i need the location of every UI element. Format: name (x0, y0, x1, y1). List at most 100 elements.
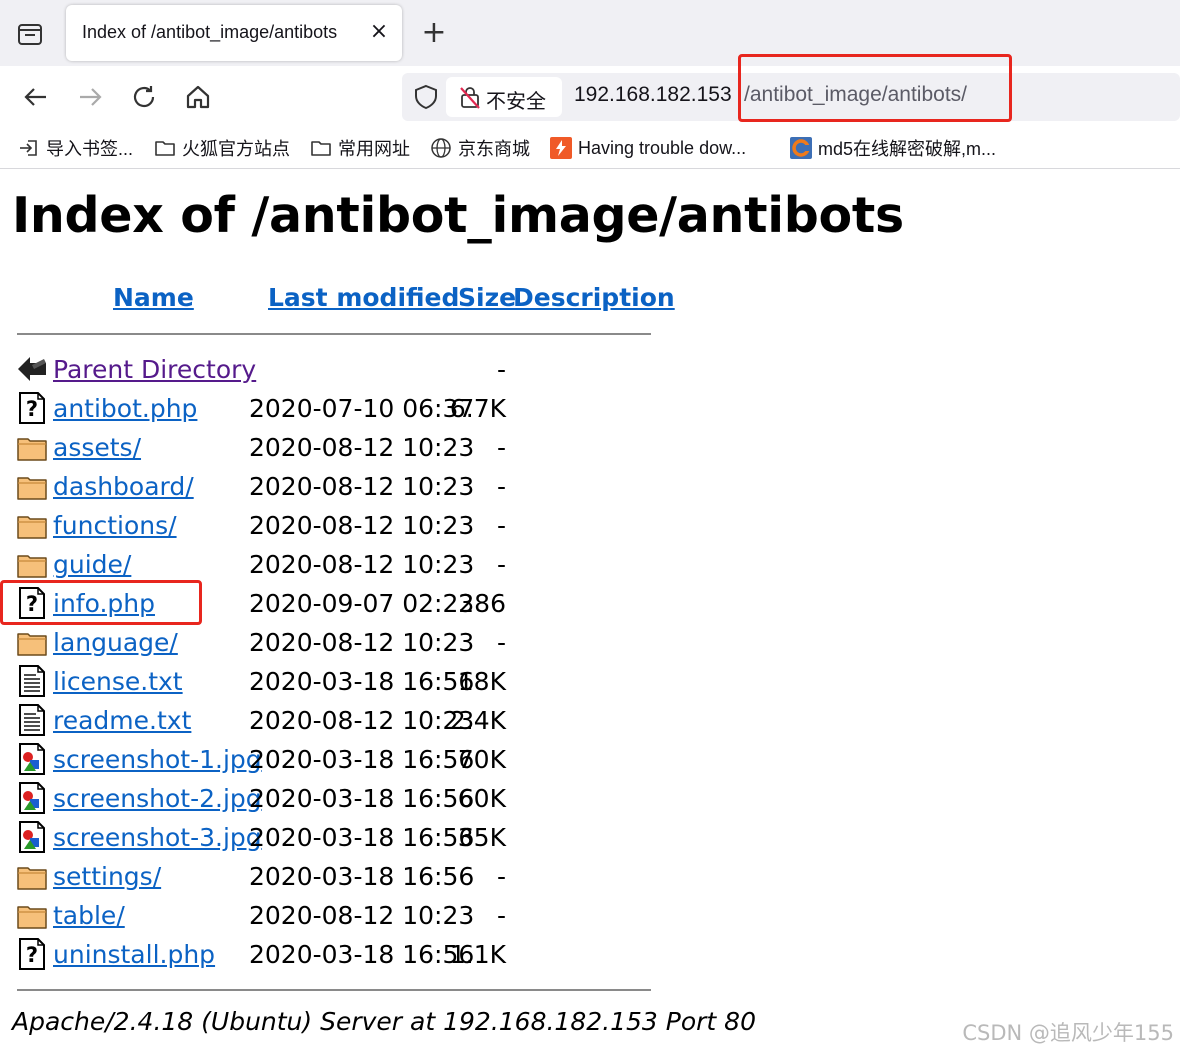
table-row: functions/2020-08-12 10:23- (0, 507, 660, 546)
tab-list-icon[interactable] (14, 18, 46, 50)
last-modified: 2020-03-18 16:56 (249, 667, 475, 696)
file-link[interactable]: assets/ (53, 433, 141, 462)
arrow-left-icon (24, 88, 46, 106)
table-row: dashboard/2020-08-12 10:23- (0, 468, 660, 507)
home-icon (186, 85, 210, 109)
bookmark-label: 常用网址 (338, 139, 410, 159)
new-tab-button[interactable]: + (418, 16, 450, 50)
table-row: license.txt 2020-03-18 16:56 18K (0, 663, 660, 702)
annotation-box-info-php (0, 580, 202, 625)
folder-icon (16, 860, 48, 892)
file-size: 35K (457, 823, 506, 852)
folder-icon (16, 626, 48, 658)
folder-icon (154, 137, 176, 159)
bookmark-common-sites[interactable]: 常用网址 (310, 135, 410, 161)
bookmark-md5[interactable]: md5在线解密破解,m... (790, 135, 996, 161)
table-row: screenshot-3.jpg 2020-03-18 16:56 35K (0, 819, 660, 858)
annotation-box-url (738, 54, 1012, 122)
table-row: table/2020-08-12 10:23- (0, 897, 660, 936)
file-link[interactable]: screenshot-2.jpg (53, 784, 262, 813)
file-link[interactable]: functions/ (53, 511, 177, 540)
column-header-name[interactable]: Name (113, 283, 194, 312)
reload-icon (133, 86, 155, 108)
column-header-description[interactable]: Description (513, 283, 675, 312)
file-size: 1.1K (449, 940, 506, 969)
site-security-button[interactable]: 不安全 (446, 77, 562, 117)
folder-icon (16, 470, 48, 502)
tab-active[interactable]: Index of /antibot_image/antibots × (66, 5, 402, 61)
last-modified: 2020-08-12 10:23 (249, 511, 475, 540)
bookmark-label: Having trouble dow... (578, 137, 747, 158)
file-link[interactable]: screenshot-1.jpg (53, 745, 262, 774)
divider-top (17, 333, 651, 335)
image-file-icon (16, 743, 48, 775)
bookmark-import[interactable]: 导入书签... (18, 135, 133, 161)
insecure-lock-icon (458, 85, 482, 109)
globe-icon (430, 137, 452, 159)
file-link[interactable]: guide/ (53, 550, 131, 579)
bookmark-label: 导入书签... (46, 139, 134, 159)
file-size: - (496, 628, 506, 657)
bookmark-label: 京东商城 (458, 139, 530, 159)
file-size: 6.7K (449, 394, 506, 423)
bookmark-jd[interactable]: 京东商城 (430, 135, 530, 161)
file-size: - (496, 862, 506, 891)
folder-icon (16, 899, 48, 931)
folder-icon (16, 509, 48, 541)
last-modified: 2020-08-12 10:23 (249, 433, 475, 462)
bookmark-firefox-official[interactable]: 火狐官方站点 (154, 135, 290, 161)
table-row: assets/2020-08-12 10:23- (0, 429, 660, 468)
unknown-file-icon: ? (16, 392, 48, 424)
unknown-file-icon: ? (16, 938, 48, 970)
column-header-size[interactable]: Size (458, 283, 516, 312)
tab-title: Index of /antibot_image/antibots (82, 22, 338, 42)
file-size: - (496, 433, 506, 462)
file-size: 60K (457, 784, 506, 813)
tab-close-button[interactable]: × (366, 17, 392, 47)
shield-icon[interactable] (412, 83, 440, 111)
table-row: Parent Directory - (0, 351, 660, 390)
file-link[interactable]: uninstall.php (53, 940, 215, 969)
file-size: - (496, 901, 506, 930)
svg-text:?: ? (26, 943, 38, 967)
file-link[interactable]: language/ (53, 628, 178, 657)
table-row: readme.txt 2020-08-12 10:23 2.4K (0, 702, 660, 741)
arrow-right-icon (80, 88, 102, 106)
bookmark-label: 火狐官方站点 (182, 139, 290, 159)
file-size: - (496, 472, 506, 501)
watermark: CSDN @追风少年155 (962, 1021, 1174, 1045)
file-size: 18K (457, 667, 506, 696)
bookmarks-toolbar: 导入书签... 火狐官方站点 常用网址 京东商城 Having trouble … (0, 128, 1180, 169)
import-icon (18, 137, 40, 159)
table-row: ? antibot.php 2020-07-10 06:37 6.7K (0, 390, 660, 429)
reload-button[interactable] (126, 79, 162, 115)
bookmark-having-trouble[interactable]: Having trouble dow... (550, 135, 746, 161)
insecure-label: 不安全 (486, 89, 546, 113)
column-header-last-modified[interactable]: Last modified (268, 283, 459, 312)
file-link[interactable]: dashboard/ (53, 472, 194, 501)
file-link[interactable]: table/ (53, 901, 125, 930)
file-link[interactable]: screenshot-3.jpg (53, 823, 262, 852)
folder-icon (16, 431, 48, 463)
last-modified: 2020-09-07 02:23 (249, 589, 475, 618)
forward-button[interactable] (72, 79, 108, 115)
file-link[interactable]: Parent Directory (53, 355, 256, 384)
file-link[interactable]: antibot.php (53, 394, 197, 423)
file-size: 286 (458, 589, 506, 618)
file-link[interactable]: license.txt (53, 667, 183, 696)
bookmark-label: md5在线解密破解,m... (818, 139, 997, 159)
file-size: - (496, 355, 506, 384)
file-link[interactable]: readme.txt (53, 706, 191, 735)
site-icon (790, 137, 812, 159)
last-modified: 2020-08-12 10:23 (249, 550, 475, 579)
file-size: - (496, 550, 506, 579)
back-button[interactable] (18, 79, 54, 115)
file-size: 70K (457, 745, 506, 774)
server-signature: Apache/2.4.18 (Ubuntu) Server at 192.168… (12, 1007, 756, 1036)
file-link[interactable]: settings/ (53, 862, 161, 891)
last-modified: 2020-03-18 16:56 (249, 745, 475, 774)
home-button[interactable] (180, 79, 216, 115)
last-modified: 2020-08-12 10:23 (249, 628, 475, 657)
svg-text:?: ? (26, 397, 38, 421)
text-file-icon (16, 665, 48, 697)
